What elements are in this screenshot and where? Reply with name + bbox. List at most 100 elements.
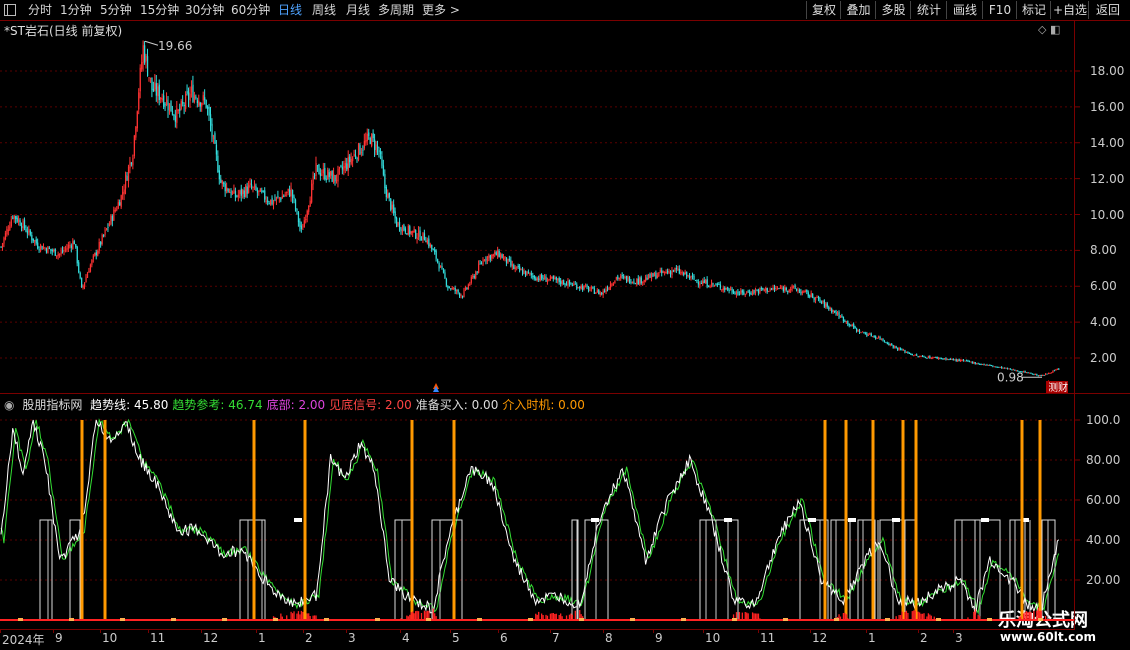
candle-body <box>964 360 966 362</box>
candle-body <box>740 290 742 295</box>
candle-body <box>372 133 374 139</box>
candle-body <box>765 287 767 291</box>
chart-canvas[interactable]: 19.66 0.98 测财 <box>0 0 1130 650</box>
candle-body <box>763 289 765 291</box>
candle-body <box>790 288 792 290</box>
candle-body <box>173 114 175 117</box>
candle-body <box>450 288 452 290</box>
candle-body <box>529 272 531 274</box>
candle-body <box>1049 372 1051 374</box>
candle-body <box>297 212 300 223</box>
candle-body <box>218 170 220 180</box>
candle-body <box>63 250 65 252</box>
candle-body <box>136 111 138 129</box>
candle-body <box>837 312 839 315</box>
candle-body <box>34 240 36 242</box>
candle-body <box>98 241 100 251</box>
candle-body <box>418 230 420 237</box>
candle-body <box>183 104 185 107</box>
candle-body <box>895 346 897 348</box>
candle-body <box>951 358 953 360</box>
price-tick: 2.00 <box>1090 351 1117 365</box>
entry-signal-bar <box>452 420 456 620</box>
candle-body <box>643 279 645 282</box>
candle-body <box>902 349 905 351</box>
candle-body <box>678 268 680 274</box>
price-tick: 6.00 <box>1090 279 1117 294</box>
candle-body <box>97 250 99 256</box>
candle-body <box>270 199 272 205</box>
candle-body <box>236 195 238 197</box>
candle-body <box>599 292 601 296</box>
candle-body <box>668 271 670 274</box>
candle-body <box>795 288 798 291</box>
candle-body <box>712 283 714 285</box>
candle-body <box>190 86 193 93</box>
candle-body <box>366 133 368 141</box>
candle-body <box>287 188 289 192</box>
candle-body <box>898 347 900 350</box>
candle-body <box>54 248 56 256</box>
candle-body <box>306 210 308 218</box>
candle-body <box>410 231 412 234</box>
candle-body <box>407 225 409 235</box>
candle-body <box>631 281 634 284</box>
price-tick: 12.00 <box>1090 171 1125 186</box>
candle-body <box>897 347 899 350</box>
candle-body <box>38 249 40 251</box>
candle-body <box>412 230 414 233</box>
candle-body <box>1002 367 1004 369</box>
candle-body <box>970 361 972 363</box>
candle-body <box>397 222 399 226</box>
candle-body <box>998 366 1000 368</box>
candle-body <box>25 228 27 232</box>
candle-body <box>231 191 234 195</box>
candle-body <box>835 312 837 315</box>
candle-body <box>92 255 94 259</box>
candle-body <box>508 258 511 261</box>
candle-body <box>261 190 263 192</box>
candle-body <box>105 228 108 230</box>
candle-body <box>727 287 729 290</box>
candle-body <box>1 243 4 247</box>
candle-body <box>999 366 1001 368</box>
candle-body <box>948 359 950 361</box>
candle-body <box>549 276 552 280</box>
candle-body <box>995 366 997 368</box>
high-label: 19.66 <box>158 39 192 53</box>
candle-body <box>519 266 521 271</box>
candle-body <box>585 285 587 287</box>
candle-body <box>878 337 880 339</box>
candle-body <box>382 165 385 175</box>
candle-body <box>243 190 245 197</box>
candle-body <box>857 329 859 332</box>
candle-body <box>810 293 812 297</box>
candle-body <box>272 201 275 204</box>
candle-body <box>880 338 883 340</box>
bottom-signal-bar <box>744 612 746 620</box>
candle-body <box>656 275 659 279</box>
bottom-signal-bar <box>973 611 975 620</box>
bottom-signal-bar <box>302 611 304 620</box>
candle-body <box>129 161 131 169</box>
candle-body <box>1040 375 1042 377</box>
candle-body <box>111 216 114 222</box>
candle-body <box>864 333 867 335</box>
candle-body <box>432 249 434 251</box>
bottom-signal-bar <box>844 613 846 620</box>
candle-body <box>645 277 647 281</box>
candle-body <box>328 172 330 177</box>
candle-body <box>516 266 518 268</box>
candle-body <box>530 273 533 276</box>
candle-body <box>164 104 166 106</box>
candle-body <box>500 254 502 258</box>
candle-body <box>983 363 985 365</box>
candle-body <box>718 284 720 286</box>
candle-body <box>1042 374 1044 377</box>
candle-body <box>1056 368 1058 370</box>
candle-body <box>86 273 89 278</box>
candle-body <box>167 102 169 111</box>
candle-body <box>595 292 597 294</box>
candle-body <box>127 166 130 182</box>
candle-body <box>875 336 877 339</box>
